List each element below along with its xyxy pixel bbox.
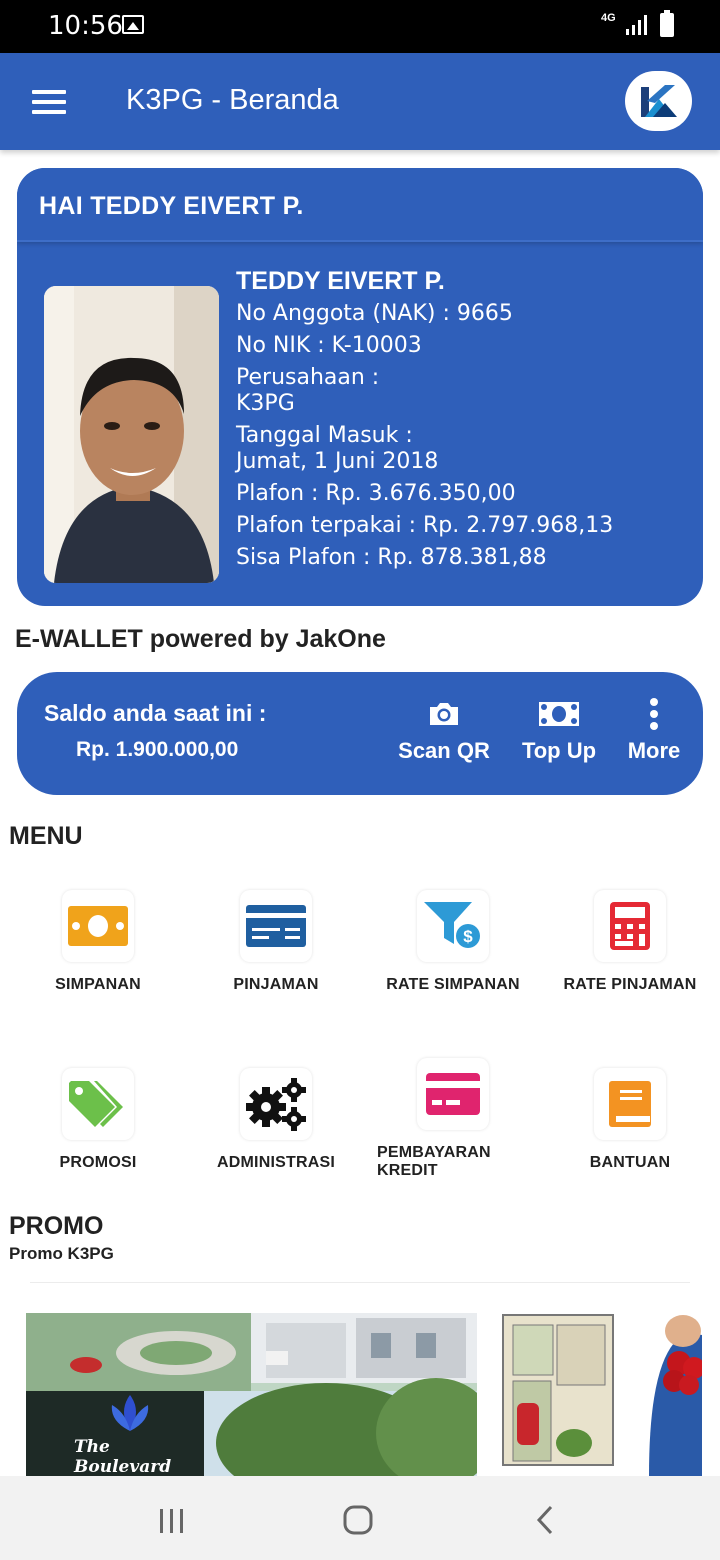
promo-banner-2[interactable] <box>499 1313 702 1476</box>
menu-item-pembayaran-kredit[interactable]: PEMBAYARAN KREDIT <box>365 1058 541 1180</box>
home-icon[interactable] <box>342 1504 374 1536</box>
balance-amount: Rp. 1.900.000,00 <box>76 738 239 761</box>
back-icon[interactable] <box>535 1504 557 1536</box>
gallery-notification-icon <box>122 15 144 34</box>
more-vert-icon <box>650 698 658 730</box>
menu-label: PROMOSI <box>59 1154 137 1171</box>
wallet-card: Saldo anda saat ini : Rp. 1.900.000,00 S… <box>17 672 703 795</box>
boulevard-logo: The Boulevard <box>26 1391 204 1476</box>
menu-label: PEMBAYARAN KREDIT <box>377 1144 491 1179</box>
system-nav-bar <box>0 1476 720 1560</box>
divider <box>30 1282 690 1283</box>
menu-item-pinjaman[interactable]: PINJAMAN <box>188 890 364 994</box>
menu-item-administrasi[interactable]: ADMINISTRASI <box>188 1068 364 1172</box>
app-bar: K3PG - Beranda <box>0 53 720 150</box>
lotus-icon <box>111 1395 149 1431</box>
profile-card: HAI TEDDY EIVERT P. TEDDY EIVERT P. No A… <box>17 168 703 606</box>
app-logo[interactable] <box>625 71 692 131</box>
plafon-used: Plafon terpakai : Rp. 2.797.968,13 <box>236 513 614 538</box>
profile-photo <box>44 286 219 583</box>
ewallet-title: E-WALLET powered by JakOne <box>15 625 386 653</box>
balance-label: Saldo anda saat ini : <box>44 700 267 726</box>
menu-item-bantuan[interactable]: BANTUAN <box>542 1068 718 1172</box>
status-bar: 10:56 4G <box>0 0 720 53</box>
member-name: TEDDY EIVERT P. <box>236 267 445 295</box>
greeting: HAI TEDDY EIVERT P. <box>39 192 304 220</box>
menu-label: ADMINISTRASI <box>217 1154 335 1171</box>
battery-icon <box>660 10 674 37</box>
gears-icon <box>246 1078 306 1131</box>
menu-item-simpanan[interactable]: SIMPANAN <box>10 890 186 994</box>
menu-label: BANTUAN <box>589 1154 671 1171</box>
network-type: 4G <box>601 12 616 24</box>
menu-item-rate-simpanan[interactable]: $ RATE SIMPANAN <box>365 890 541 994</box>
join-date-label: Tanggal Masuk : <box>236 423 413 448</box>
money-icon <box>68 906 128 946</box>
card-icon <box>246 905 306 947</box>
promo-title: PROMO <box>9 1212 104 1240</box>
menu-label: RATE SIMPANAN <box>386 976 520 993</box>
page-title: K3PG - Beranda <box>126 84 339 116</box>
promo-subtitle: Promo K3PG <box>9 1244 114 1263</box>
funnel-dollar-icon: $ <box>424 902 482 950</box>
recent-apps-icon[interactable] <box>158 1508 186 1534</box>
hamburger-menu-icon[interactable] <box>32 90 66 114</box>
svg-text:$: $ <box>463 927 473 946</box>
plafon: Plafon : Rp. 3.676.350,00 <box>236 481 516 506</box>
company-value: K3PG <box>236 391 295 416</box>
boulevard-text: The Boulevard <box>74 1437 172 1476</box>
book-icon <box>609 1081 651 1127</box>
camera-icon <box>430 703 458 725</box>
menu-title: MENU <box>9 822 83 850</box>
k3pg-logo-icon <box>641 85 677 117</box>
credit-card-icon <box>426 1073 480 1115</box>
promo-banner-boulevard[interactable]: The Boulevard <box>26 1313 477 1476</box>
top-up-label: Top Up <box>521 738 597 763</box>
scan-qr-label: Scan QR <box>398 738 490 763</box>
plafon-remaining: Sisa Plafon : Rp. 878.381,88 <box>236 545 547 570</box>
profile-info: TEDDY EIVERT P. No Anggota (NAK) : 9665 … <box>236 268 613 577</box>
status-time: 10:56 <box>48 11 123 41</box>
scan-qr-button[interactable]: Scan QR <box>392 698 496 764</box>
join-date-value: Jumat, 1 Juni 2018 <box>236 449 439 474</box>
menu-item-rate-pinjaman[interactable]: RATE PINJAMAN <box>542 890 718 994</box>
menu-label: RATE PINJAMAN <box>563 976 697 993</box>
more-label: More <box>627 738 681 763</box>
signal-icon <box>626 15 647 35</box>
menu-label: SIMPANAN <box>55 976 141 993</box>
tags-icon <box>69 1081 123 1127</box>
menu-label: PINJAMAN <box>233 976 319 993</box>
menu-item-promosi[interactable]: PROMOSI <box>10 1068 186 1172</box>
top-up-button[interactable]: Top Up <box>511 698 607 764</box>
cash-icon <box>539 702 579 726</box>
member-number: No Anggota (NAK) : 9665 <box>236 301 513 326</box>
member-nik: No NIK : K-10003 <box>236 333 422 358</box>
more-button[interactable]: More <box>620 698 688 764</box>
calculator-icon <box>610 902 650 950</box>
company-label: Perusahaan : <box>236 365 380 390</box>
promo-banner-image-2 <box>499 1313 702 1476</box>
